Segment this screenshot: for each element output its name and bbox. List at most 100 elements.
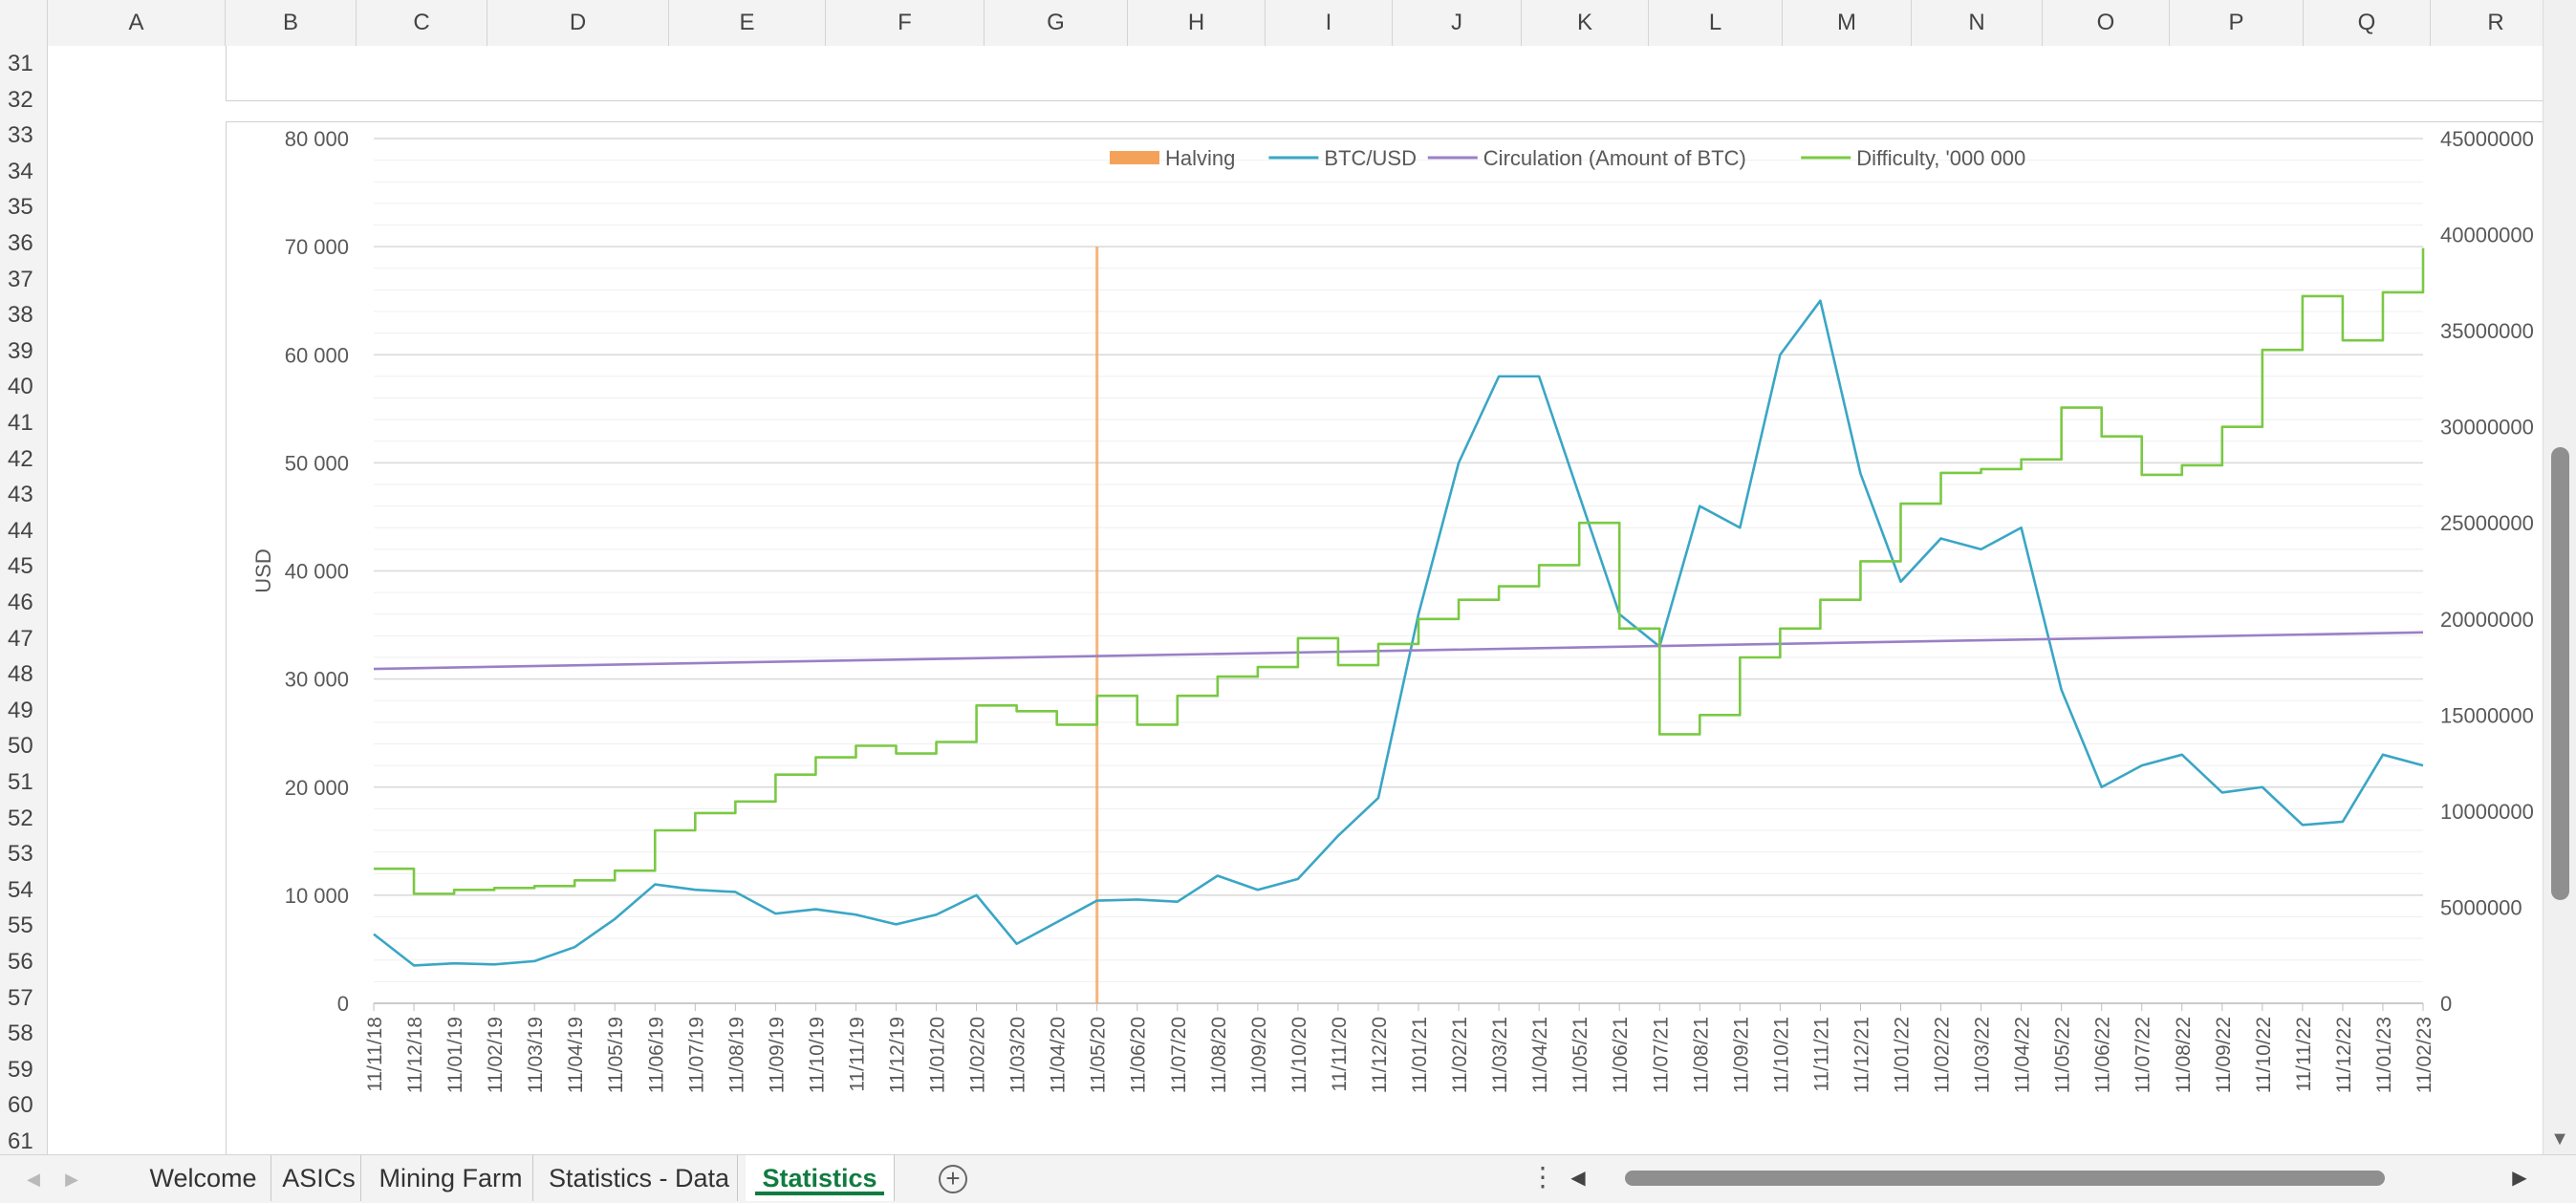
row-header-61[interactable]: 61 [0, 1124, 47, 1154]
scroll-left-arrow-icon[interactable]: ◀ [1568, 1167, 1589, 1190]
scroll-down-arrow-icon[interactable]: ▼ [2548, 1128, 2571, 1150]
column-header-b[interactable]: B [226, 0, 357, 46]
tab-scroll-right-icon[interactable]: ▶ [57, 1165, 86, 1193]
y2-tick-label: 15000000 [2440, 703, 2534, 727]
row-header-50[interactable]: 50 [0, 728, 47, 764]
column-header-f[interactable]: F [826, 0, 985, 46]
x-tick-label: 11/02/19 [485, 1017, 507, 1093]
sheet-tab-label: Statistics [762, 1164, 877, 1192]
y-tick-label: 0 [337, 992, 349, 1016]
column-header-e[interactable]: E [669, 0, 826, 46]
row-header-53[interactable]: 53 [0, 836, 47, 872]
row-header-54[interactable]: 54 [0, 872, 47, 909]
series-line-circulation-amount-of-btc [374, 633, 2423, 669]
y2-tick-label: 35000000 [2440, 319, 2534, 343]
tab-scroll-left-icon[interactable]: ◀ [19, 1165, 48, 1193]
y2-tick-label: 30000000 [2440, 416, 2534, 440]
row-header-40[interactable]: 40 [0, 369, 47, 405]
y2-tick-label: 25000000 [2440, 511, 2534, 535]
column-header-o[interactable]: O [2043, 0, 2170, 46]
x-tick-label: 11/11/20 [1329, 1017, 1351, 1092]
y2-tick-label: 0 [2440, 992, 2452, 1016]
column-header-d[interactable]: D [487, 0, 669, 46]
x-tick-label: 11/02/22 [1932, 1017, 1954, 1093]
x-tick-label: 11/03/19 [525, 1017, 547, 1093]
row-header-34[interactable]: 34 [0, 154, 47, 190]
sheet-tab-statistics[interactable]: Statistics [746, 1155, 895, 1201]
column-header-i[interactable]: I [1266, 0, 1393, 46]
y-tick-label: 10 000 [285, 884, 349, 908]
column-header-a[interactable]: A [48, 0, 226, 46]
horizontal-scrollbar[interactable]: ◀ ▶ [1568, 1167, 2533, 1190]
row-header-52[interactable]: 52 [0, 801, 47, 837]
vertical-scrollbar[interactable]: ▼ [2543, 0, 2576, 1154]
sheet-grid[interactable]: 010 00020 00030 00040 00050 00060 00070 … [48, 46, 2543, 1154]
horizontal-scroll-thumb[interactable] [1625, 1171, 2385, 1186]
column-header-m[interactable]: M [1783, 0, 1912, 46]
row-header-57[interactable]: 57 [0, 980, 47, 1017]
chart-svg: 010 00020 00030 00040 00050 00060 00070 … [227, 122, 2543, 1154]
row-header-60[interactable]: 60 [0, 1087, 47, 1124]
x-tick-label: 11/01/23 [2373, 1017, 2395, 1093]
y-tick-label: 20 000 [285, 776, 349, 800]
x-tick-label: 11/07/20 [1168, 1017, 1190, 1093]
x-tick-label: 11/06/22 [2092, 1017, 2114, 1093]
row-header-55[interactable]: 55 [0, 908, 47, 944]
x-tick-label: 11/11/22 [2293, 1017, 2315, 1092]
sheet-tab-asics[interactable]: ASICs [277, 1155, 361, 1201]
column-header-n[interactable]: N [1912, 0, 2043, 46]
row-header-35[interactable]: 35 [0, 189, 47, 226]
row-header-38[interactable]: 38 [0, 297, 47, 333]
row-header-33[interactable]: 33 [0, 118, 47, 154]
column-header-p[interactable]: P [2170, 0, 2304, 46]
row-header-31[interactable]: 31 [0, 46, 47, 82]
row-header-37[interactable]: 37 [0, 262, 47, 298]
column-header-h[interactable]: H [1128, 0, 1266, 46]
row-header-46[interactable]: 46 [0, 585, 47, 621]
previous-chart-frame[interactable] [226, 46, 2543, 101]
x-tick-label: 11/09/20 [1248, 1017, 1270, 1093]
column-header-g[interactable]: G [985, 0, 1128, 46]
active-tab-underline [755, 1192, 884, 1195]
row-header-49[interactable]: 49 [0, 693, 47, 729]
row-header-42[interactable]: 42 [0, 441, 47, 478]
row-header-43[interactable]: 43 [0, 477, 47, 513]
column-header-k[interactable]: K [1522, 0, 1649, 46]
row-header-56[interactable]: 56 [0, 944, 47, 980]
x-tick-label: 11/06/20 [1128, 1017, 1150, 1093]
sheet-tab-mining-farm[interactable]: Mining Farm [369, 1155, 533, 1201]
x-tick-label: 11/12/19 [887, 1017, 909, 1093]
column-header-q[interactable]: Q [2304, 0, 2431, 46]
y-tick-label: 40 000 [285, 560, 349, 584]
sheet-tab-statistics-data[interactable]: Statistics - Data [541, 1155, 738, 1201]
row-header-45[interactable]: 45 [0, 548, 47, 585]
chart-frame[interactable]: 010 00020 00030 00040 00050 00060 00070 … [226, 121, 2543, 1154]
row-header-58[interactable]: 58 [0, 1016, 47, 1052]
x-tick-label: 11/10/19 [806, 1017, 828, 1093]
select-all-corner[interactable] [0, 0, 48, 46]
row-header-51[interactable]: 51 [0, 764, 47, 801]
row-header-36[interactable]: 36 [0, 226, 47, 262]
y2-tick-label: 40000000 [2440, 224, 2534, 247]
more-options-icon[interactable]: ⋮ [1529, 1165, 1548, 1193]
row-header-59[interactable]: 59 [0, 1052, 47, 1088]
sheet-tab-welcome[interactable]: Welcome [136, 1155, 271, 1201]
column-header-j[interactable]: J [1393, 0, 1522, 46]
row-header-39[interactable]: 39 [0, 333, 47, 370]
row-header-44[interactable]: 44 [0, 513, 47, 549]
plus-circle-icon[interactable]: + [939, 1165, 967, 1193]
row-header-32[interactable]: 32 [0, 82, 47, 118]
x-tick-label: 11/04/19 [565, 1017, 587, 1093]
row-header-41[interactable]: 41 [0, 405, 47, 441]
vertical-scroll-thumb[interactable] [2551, 447, 2569, 900]
x-tick-label: 11/08/19 [725, 1017, 747, 1093]
row-header-47[interactable]: 47 [0, 621, 47, 657]
horizontal-scroll-track[interactable] [1594, 1171, 2502, 1186]
row-header-48[interactable]: 48 [0, 656, 47, 693]
legend-label-halving: Halving [1165, 146, 1235, 170]
column-header-l[interactable]: L [1649, 0, 1783, 46]
scroll-right-arrow-icon[interactable]: ▶ [2509, 1167, 2530, 1190]
column-header-c[interactable]: C [357, 0, 487, 46]
sheet-tab-label: Mining Farm [379, 1164, 522, 1192]
x-tick-label: 11/08/20 [1208, 1017, 1230, 1093]
